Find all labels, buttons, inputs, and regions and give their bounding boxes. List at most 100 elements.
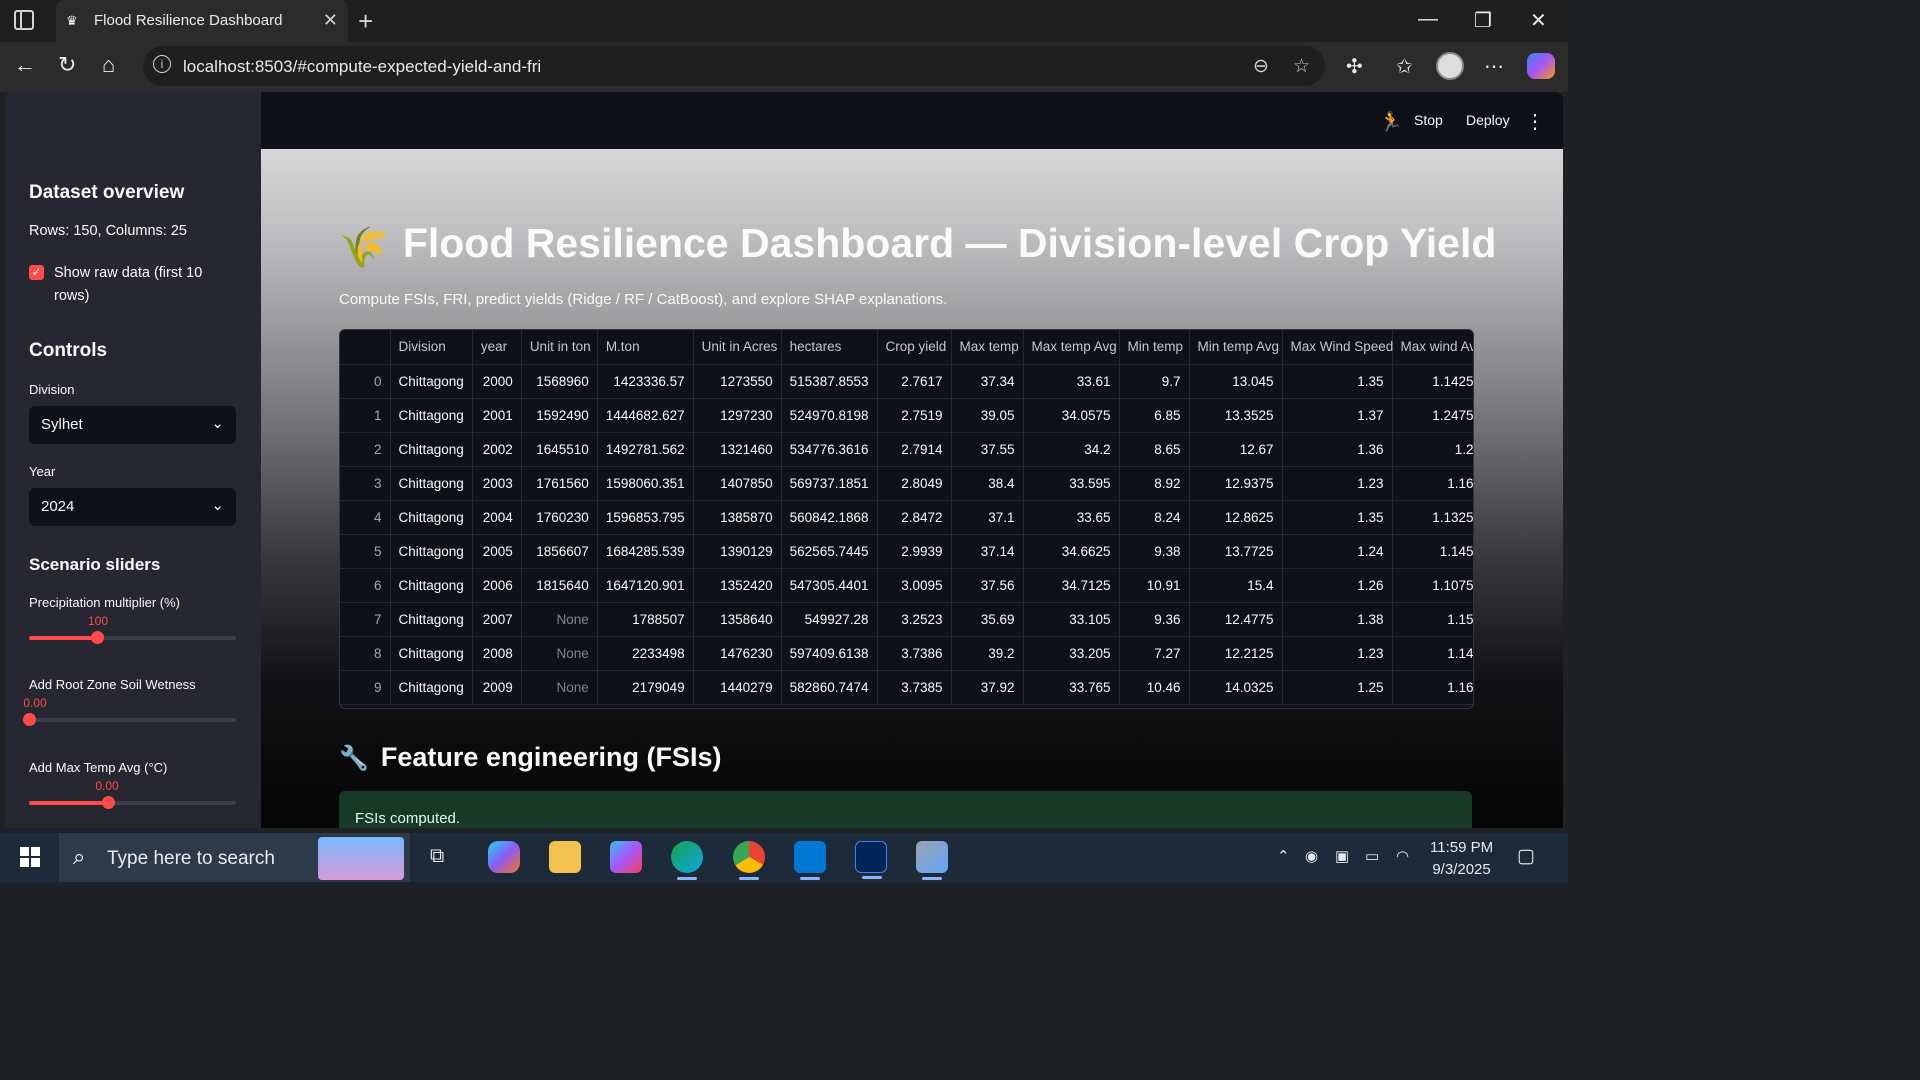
precip-slider[interactable] — [29, 631, 236, 644]
url-text[interactable]: localhost:8503/#compute-expected-yield-a… — [183, 57, 541, 77]
table-cell[interactable]: 1.1425 — [1392, 364, 1473, 399]
table-cell[interactable]: 10.46 — [1119, 670, 1190, 705]
table-cell[interactable]: 37.55 — [951, 432, 1024, 467]
table-cell[interactable]: 37.92 — [951, 670, 1024, 705]
max-temp-slider-thumb[interactable] — [101, 796, 115, 809]
row-index-cell[interactable]: 5 — [340, 534, 391, 569]
table-cell[interactable]: 9.36 — [1119, 602, 1190, 637]
table-cell[interactable]: 1.14 — [1392, 636, 1473, 671]
table-cell[interactable]: 1.25 — [1282, 670, 1393, 705]
row-index-cell[interactable]: 8 — [340, 636, 391, 671]
edge-browser-icon[interactable] — [671, 841, 703, 880]
more-menu-icon[interactable]: ⋯ — [1484, 54, 1504, 79]
stop-button[interactable]: Stop — [1414, 112, 1443, 128]
soil-wetness-slider-thumb[interactable] — [23, 713, 36, 726]
table-cell[interactable]: 1761560 — [521, 466, 598, 501]
table-cell[interactable]: 12.9375 — [1189, 466, 1283, 501]
column-header[interactable]: M.ton — [597, 330, 694, 365]
table-cell[interactable]: Chittagong — [390, 364, 473, 399]
table-cell[interactable]: 8.24 — [1119, 500, 1190, 535]
table-cell[interactable]: 534776.3616 — [781, 432, 878, 467]
m365-app-icon[interactable] — [610, 841, 642, 873]
table-cell[interactable]: 1321460 — [693, 432, 782, 467]
table-cell[interactable]: 1684285.539 — [597, 534, 694, 569]
row-index-cell[interactable]: 3 — [340, 466, 391, 501]
copilot-icon[interactable] — [1527, 53, 1555, 79]
table-cell[interactable]: 12.2125 — [1189, 636, 1283, 671]
table-cell[interactable]: 1390129 — [693, 534, 782, 569]
max-temp-slider[interactable] — [29, 796, 236, 809]
table-cell[interactable]: 37.1 — [951, 500, 1024, 535]
powershell-icon[interactable] — [855, 841, 887, 879]
table-cell[interactable]: 13.045 — [1189, 364, 1283, 399]
table-cell[interactable]: 1.1075 — [1392, 568, 1473, 603]
table-cell[interactable]: 2006 — [472, 568, 522, 603]
table-cell[interactable]: Chittagong — [390, 568, 473, 603]
table-cell[interactable]: 1.15 — [1392, 602, 1473, 637]
vscode-icon[interactable] — [794, 841, 826, 880]
column-header[interactable]: Crop yield — [877, 330, 952, 365]
column-header[interactable]: Division — [390, 330, 473, 365]
table-cell[interactable]: 2179049 — [597, 670, 694, 705]
table-cell[interactable]: 33.205 — [1023, 636, 1120, 671]
table-cell[interactable]: 1.24 — [1282, 534, 1393, 569]
table-cell[interactable]: 7.27 — [1119, 636, 1190, 671]
table-cell[interactable]: 1645510 — [521, 432, 598, 467]
task-view-icon[interactable]: ⧉ — [430, 845, 444, 868]
minimize-icon[interactable]: — — [1418, 8, 1438, 31]
table-cell[interactable]: 8.92 — [1119, 466, 1190, 501]
table-cell[interactable]: 39.2 — [951, 636, 1024, 671]
table-cell[interactable]: 2233498 — [597, 636, 694, 671]
table-cell[interactable]: 1592490 — [521, 398, 598, 433]
table-cell[interactable]: 569737.1851 — [781, 466, 878, 501]
tray-monitor-icon[interactable]: ▣ — [1335, 847, 1349, 865]
table-cell[interactable]: 37.34 — [951, 364, 1024, 399]
table-cell[interactable]: 1352420 — [693, 568, 782, 603]
table-cell[interactable]: 1.37 — [1282, 398, 1393, 433]
table-cell[interactable]: 1647120.901 — [597, 568, 694, 603]
site-info-icon[interactable]: i — [153, 55, 171, 73]
table-cell[interactable]: 39.05 — [951, 398, 1024, 433]
table-cell[interactable]: 2.7914 — [877, 432, 952, 467]
extensions-icon[interactable]: ✣ — [1346, 54, 1363, 79]
index-column-header[interactable] — [340, 330, 391, 365]
table-cell[interactable]: 1440279 — [693, 670, 782, 705]
table-cell[interactable]: 2007 — [472, 602, 522, 637]
file-explorer-icon[interactable] — [549, 841, 581, 873]
main-menu-icon[interactable]: ⋮ — [1525, 109, 1545, 134]
table-cell[interactable]: None — [521, 636, 598, 671]
table-cell[interactable]: 1596853.795 — [597, 500, 694, 535]
restore-icon[interactable]: ❐ — [1474, 8, 1492, 33]
table-cell[interactable]: 1568960 — [521, 364, 598, 399]
chrome-browser-icon[interactable] — [733, 841, 765, 880]
table-cell[interactable]: 597409.6138 — [781, 636, 878, 671]
column-header[interactable]: Min temp Avg — [1189, 330, 1283, 365]
address-bar[interactable]: i localhost:8503/#compute-expected-yield… — [143, 46, 1325, 86]
table-cell[interactable]: 15.4 — [1189, 568, 1283, 603]
show-raw-data-checkbox[interactable]: ✓ — [29, 265, 44, 280]
table-cell[interactable]: 1476230 — [693, 636, 782, 671]
table-cell[interactable]: 33.61 — [1023, 364, 1120, 399]
table-cell[interactable]: 1444682.627 — [597, 398, 694, 433]
browser-tab-active[interactable]: ♛ Flood Resilience Dashboard ✕ — [56, 0, 348, 42]
table-cell[interactable]: 2.8472 — [877, 500, 952, 535]
table-cell[interactable]: 34.2 — [1023, 432, 1120, 467]
table-cell[interactable]: 3.0095 — [877, 568, 952, 603]
row-index-cell[interactable]: 0 — [340, 364, 391, 399]
table-cell[interactable]: 2005 — [472, 534, 522, 569]
table-cell[interactable]: 1788507 — [597, 602, 694, 637]
table-cell[interactable]: 2.7519 — [877, 398, 952, 433]
profile-avatar[interactable] — [1436, 52, 1464, 80]
table-cell[interactable]: 33.765 — [1023, 670, 1120, 705]
row-index-cell[interactable]: 2 — [340, 432, 391, 467]
table-cell[interactable]: 1.1325 — [1392, 500, 1473, 535]
table-cell[interactable]: 37.56 — [951, 568, 1024, 603]
table-cell[interactable]: 549927.28 — [781, 602, 878, 637]
row-index-cell[interactable]: 6 — [340, 568, 391, 603]
table-cell[interactable]: 2000 — [472, 364, 522, 399]
year-select[interactable]: 2024 ⌄ — [29, 488, 236, 526]
table-cell[interactable]: 1.145 — [1392, 534, 1473, 569]
table-cell[interactable]: 1.35 — [1282, 364, 1393, 399]
table-cell[interactable]: 1407850 — [693, 466, 782, 501]
table-cell[interactable]: Chittagong — [390, 466, 473, 501]
